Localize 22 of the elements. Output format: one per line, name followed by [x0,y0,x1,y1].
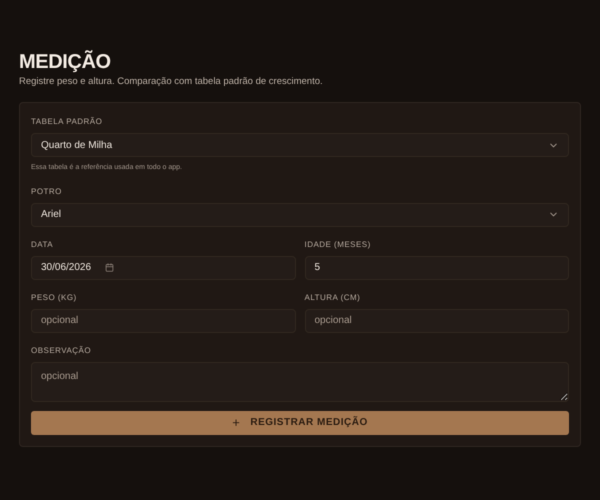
input-field[interactable]: opcional [304,308,569,333]
field-label: POTRO [31,186,63,198]
calendar-icon [105,263,114,272]
select-value: Ariel [41,208,62,222]
select-value: Quarto de Milha [41,138,112,153]
submit-button[interactable]: + REGISTRAR MEDIÇÃO [31,410,569,435]
page-subtitle: Registre peso e altura. Comparação com tabela padrão de crescimento. [19,75,324,89]
plus-icon: + [232,413,240,432]
field-label: TABELA PADRÃO [31,116,104,128]
select-field[interactable]: Ariel [31,202,569,227]
field-label: OBSERVAÇÃO [31,344,92,357]
input-field[interactable]: opcional [31,308,296,333]
input-field[interactable]: 5 [304,256,569,280]
page-title: MEDIÇÃO [19,50,112,74]
date-field[interactable]: 30/06/2026 [31,256,296,280]
date-value: 30/06/2026 [41,261,92,276]
field-label: DATA [31,238,54,251]
field-label: IDADE (MESES) [304,238,372,251]
text-area[interactable]: opcional [31,362,569,402]
field-label: ALTURA (CM) [304,292,362,304]
field-label: PESO (KG) [31,292,78,304]
select-field[interactable]: Quarto de Milha [31,133,569,158]
